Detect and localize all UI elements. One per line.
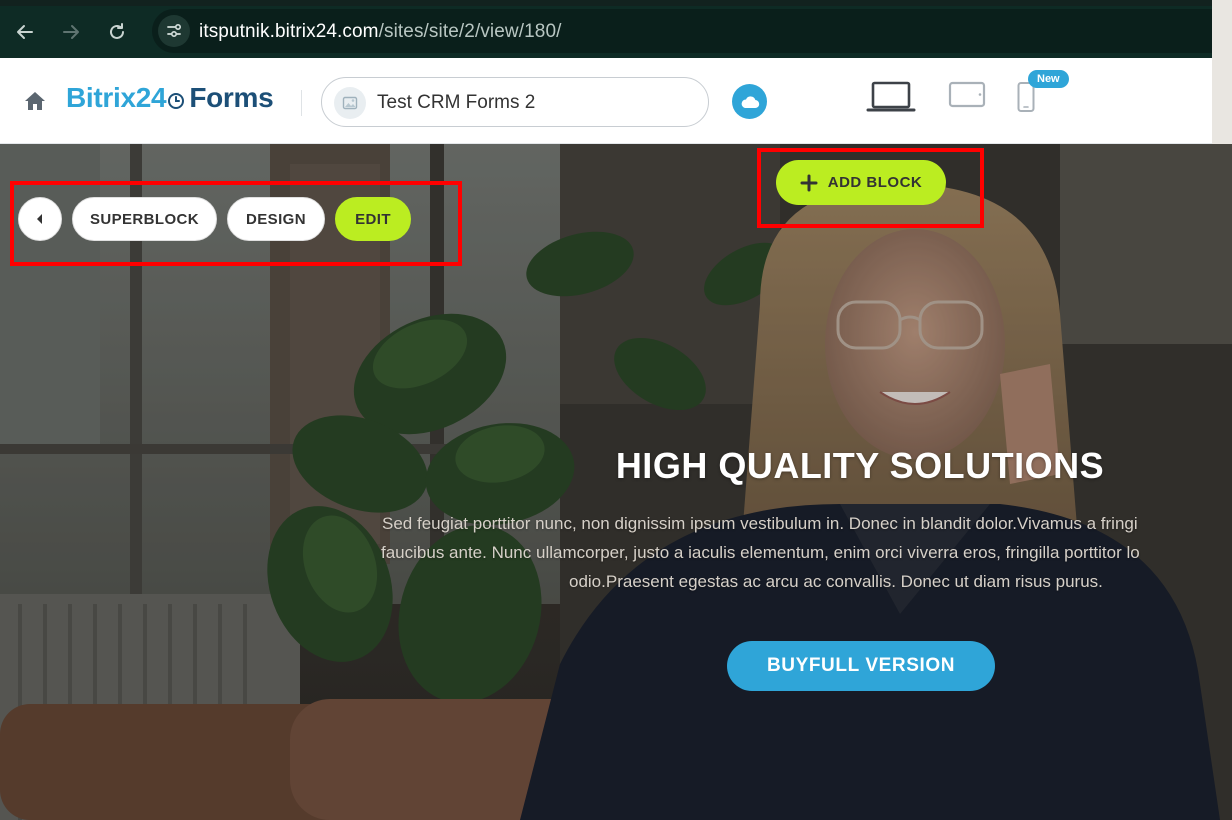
url-text: itsputnik.bitrix24.com/sites/site/2/view… (199, 21, 562, 43)
reload-button[interactable] (101, 16, 133, 48)
image-icon (342, 96, 358, 110)
home-button[interactable] (22, 88, 48, 119)
add-block-highlight-frame (757, 148, 984, 228)
forward-button[interactable] (55, 16, 87, 48)
app-header: Bitrix24 Forms Test CRM Forms 2 New (0, 58, 1212, 144)
home-icon (25, 92, 45, 110)
site-thumbnail (334, 87, 366, 119)
tablet-icon (948, 81, 986, 108)
reload-icon (110, 23, 124, 39)
hero-text-line-1: Sed feugiat porttitor nunc, non dignissi… (382, 514, 1138, 533)
laptop-icon (866, 81, 916, 112)
clock-icon (167, 85, 185, 117)
logo-product: Forms (189, 82, 274, 113)
header-divider (301, 90, 302, 116)
hero-text-line-2: faucibus ante. Nunc ullamcorper, justo a… (381, 543, 1140, 562)
buy-full-version-button[interactable]: BUYFULL VERSION (727, 641, 995, 691)
site-info-button[interactable] (158, 15, 190, 47)
logo-brand: Bitrix24 (66, 82, 167, 113)
browser-toolbar: itsputnik.bitrix24.com/sites/site/2/view… (0, 0, 1232, 58)
address-bar[interactable]: itsputnik.bitrix24.com/sites/site/2/view… (152, 9, 1232, 53)
tablet-view-button[interactable] (948, 80, 986, 115)
hero-title: HIGH QUALITY SOLUTIONS (615, 445, 1105, 486)
new-badge: New (1028, 70, 1069, 88)
desktop-view-button[interactable] (866, 80, 916, 119)
site-info-icon (167, 23, 182, 38)
publish-cloud-button[interactable] (732, 84, 767, 119)
forward-arrow-icon (63, 25, 79, 39)
site-name: Test CRM Forms 2 (377, 92, 536, 113)
url-host: itsputnik.bitrix24.com (199, 21, 379, 42)
url-path: /sites/site/2/view/180/ (378, 21, 562, 42)
site-selector[interactable]: Test CRM Forms 2 (321, 77, 709, 127)
hero-text-line-3: odio.Praesent egestas ac arcu ac convall… (569, 572, 1103, 591)
back-arrow-icon (17, 25, 33, 39)
back-button[interactable] (9, 16, 41, 48)
toolbar-highlight-frame (10, 181, 462, 266)
cloud-icon (741, 95, 759, 108)
bitrix24-forms-logo[interactable]: Bitrix24 Forms (66, 82, 274, 117)
